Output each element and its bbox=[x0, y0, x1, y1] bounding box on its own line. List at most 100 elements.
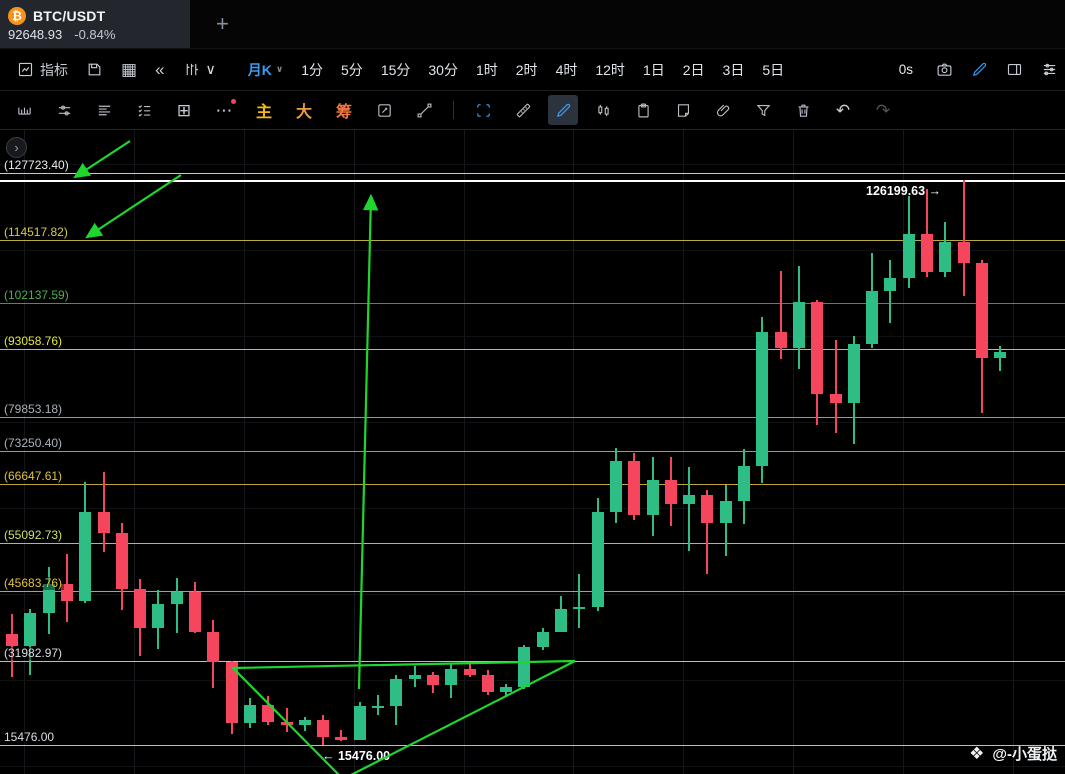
candle-body bbox=[811, 302, 823, 394]
indicators-button[interactable]: 指标 bbox=[10, 56, 75, 84]
select-area-button[interactable] bbox=[468, 95, 498, 125]
timeframe-1日[interactable]: 1日 bbox=[636, 56, 672, 84]
candle-body bbox=[6, 634, 18, 646]
kline-edit-button[interactable] bbox=[369, 95, 399, 125]
price-line[interactable] bbox=[0, 745, 1065, 746]
timeframe-5分[interactable]: 5分 bbox=[334, 56, 370, 84]
price-line[interactable] bbox=[0, 451, 1065, 452]
paperclip-icon bbox=[715, 102, 732, 119]
chart-style-button[interactable]: ∨ bbox=[176, 57, 223, 82]
candle-body bbox=[464, 669, 476, 675]
rewind-icon: « bbox=[155, 61, 164, 78]
clipboard-button[interactable] bbox=[628, 95, 658, 125]
brush-button[interactable] bbox=[548, 95, 578, 125]
timeframe-月K[interactable]: 月K∨ bbox=[241, 56, 290, 84]
candle-wick bbox=[688, 467, 690, 551]
adjust-sliders-button[interactable] bbox=[49, 95, 79, 125]
timeframe-1分[interactable]: 1分 bbox=[294, 56, 330, 84]
trendline-button[interactable] bbox=[409, 95, 439, 125]
candle-body bbox=[738, 466, 750, 501]
add-tab-button[interactable]: + bbox=[210, 10, 235, 38]
add-pane-icon: ⊞ bbox=[177, 102, 191, 119]
undo-button[interactable]: ↶ bbox=[828, 95, 858, 125]
screenshot-button[interactable] bbox=[929, 57, 960, 82]
quick-draw-button[interactable] bbox=[964, 57, 995, 82]
candle-body bbox=[24, 613, 36, 646]
replay-rewind-button[interactable]: « bbox=[148, 57, 171, 82]
candle-body bbox=[171, 592, 183, 604]
price-line-label: (127723.40) bbox=[2, 159, 71, 172]
candle-body bbox=[665, 480, 677, 505]
timeframe-3日[interactable]: 3日 bbox=[716, 56, 752, 84]
candle-body bbox=[683, 495, 695, 505]
kline-pattern-button[interactable] bbox=[588, 95, 618, 125]
chart-settings-button[interactable] bbox=[1034, 57, 1065, 82]
candle-body bbox=[866, 291, 878, 344]
symbol-tab[interactable]: ₿ BTC/USDT 92648.93 -0.84% bbox=[0, 0, 190, 48]
side-panel-button[interactable] bbox=[999, 57, 1030, 82]
layout-grid-icon: ▦ bbox=[121, 61, 137, 78]
large-view-button[interactable]: 大 bbox=[289, 95, 319, 125]
more-options-button[interactable]: ⋯ bbox=[209, 95, 239, 125]
add-pane-button[interactable]: ⊞ bbox=[169, 95, 199, 125]
timeframe-5日[interactable]: 5日 bbox=[755, 56, 791, 84]
price-line-label: (45683.76) bbox=[2, 577, 64, 590]
timeframe-30分[interactable]: 30分 bbox=[421, 56, 465, 84]
timeframe-4时[interactable]: 4时 bbox=[549, 56, 585, 84]
ruler-button[interactable] bbox=[508, 95, 538, 125]
layout-grid-button[interactable]: ▦ bbox=[114, 57, 144, 82]
notes-button[interactable] bbox=[668, 95, 698, 125]
checklist-icon bbox=[136, 102, 153, 119]
expand-watchlist-button[interactable]: › bbox=[6, 137, 27, 158]
symbol-name: BTC/USDT bbox=[33, 8, 105, 24]
delete-button[interactable] bbox=[788, 95, 818, 125]
cn-toggle-group: 主大筹 bbox=[249, 95, 359, 125]
timeframe-2日[interactable]: 2日 bbox=[676, 56, 712, 84]
gridline-vertical bbox=[134, 130, 135, 774]
redo-icon: ↷ bbox=[876, 102, 890, 119]
candle-body bbox=[79, 512, 91, 601]
price-line[interactable] bbox=[0, 543, 1065, 544]
filter-button[interactable] bbox=[748, 95, 778, 125]
checklist-button[interactable] bbox=[129, 95, 159, 125]
price-line[interactable] bbox=[0, 303, 1065, 304]
timeframe-2时[interactable]: 2时 bbox=[509, 56, 545, 84]
price-change: -0.84% bbox=[74, 27, 115, 42]
object-tree-button[interactable] bbox=[89, 95, 119, 125]
toolbar-divider bbox=[453, 101, 454, 119]
price-line-label: (79853.18) bbox=[2, 403, 64, 416]
chip-distribution-button[interactable]: 筹 bbox=[329, 95, 359, 125]
high-price-line[interactable] bbox=[0, 180, 1065, 182]
lines-list-icon bbox=[96, 102, 113, 119]
candle-body bbox=[628, 461, 640, 515]
price-line[interactable] bbox=[0, 173, 1065, 174]
chart-canvas[interactable]: (127723.40)(114517.82)(102137.59)(93058.… bbox=[0, 130, 1065, 774]
price-line[interactable] bbox=[0, 417, 1065, 418]
redo-button[interactable]: ↷ bbox=[868, 95, 898, 125]
candle-body bbox=[262, 705, 274, 722]
gridline-vertical bbox=[354, 130, 355, 774]
price-line-label: (102137.59) bbox=[2, 289, 71, 302]
timeframe-15分[interactable]: 15分 bbox=[374, 56, 418, 84]
price-line[interactable] bbox=[0, 661, 1065, 662]
symbol-row: ₿ BTC/USDT bbox=[8, 7, 182, 25]
watermark-logo-icon: ❖ bbox=[969, 744, 984, 764]
timeframe-12时[interactable]: 12时 bbox=[588, 56, 632, 84]
price-line[interactable] bbox=[0, 484, 1065, 485]
price-line-label: 15476.00 bbox=[2, 731, 56, 744]
save-layout-button[interactable] bbox=[79, 57, 110, 82]
timeframe-1时[interactable]: 1时 bbox=[469, 56, 505, 84]
candle-body bbox=[317, 720, 329, 737]
price-line-label: (93058.76) bbox=[2, 335, 64, 348]
attachment-button[interactable] bbox=[708, 95, 738, 125]
gridline-vertical bbox=[464, 130, 465, 774]
price-line-label: (73250.40) bbox=[2, 437, 64, 450]
user-drawings[interactable] bbox=[0, 130, 1065, 774]
price-line[interactable] bbox=[0, 591, 1065, 592]
price-line[interactable] bbox=[0, 349, 1065, 350]
candle-body bbox=[152, 604, 164, 628]
main-chart-button[interactable]: 主 bbox=[249, 95, 279, 125]
btc-coin-icon: ₿ bbox=[8, 7, 26, 25]
notification-dot bbox=[231, 99, 236, 104]
price-scale-marks-button[interactable] bbox=[9, 95, 39, 125]
